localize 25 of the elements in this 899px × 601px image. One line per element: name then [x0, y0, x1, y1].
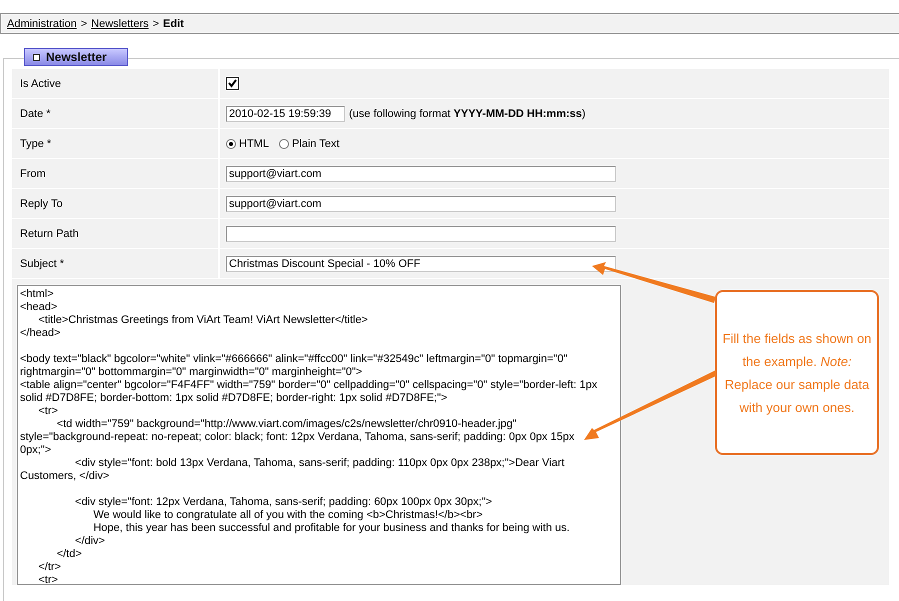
- field-label: Subject *: [12, 249, 218, 278]
- field-label: Reply To: [12, 189, 218, 218]
- field-label: Type *: [12, 129, 218, 158]
- field-label: Return Path: [12, 219, 218, 248]
- input-field[interactable]: support@viart.com: [226, 196, 616, 212]
- input-field[interactable]: Christmas Discount Special - 10% OFF: [226, 256, 616, 272]
- breadcrumb-separator: >: [80, 18, 88, 30]
- panel-title: Newsletter: [46, 50, 107, 64]
- breadcrumb-link[interactable]: Newsletters: [91, 18, 149, 30]
- field-label: Date *: [12, 99, 218, 128]
- input-field[interactable]: support@viart.com: [226, 166, 616, 182]
- field-label: Is Active: [12, 69, 218, 98]
- input-field[interactable]: [226, 226, 616, 242]
- field-label: From: [12, 159, 218, 188]
- breadcrumb-current: Edit: [163, 18, 184, 30]
- breadcrumb-link[interactable]: Administration: [7, 18, 77, 30]
- input-field[interactable]: 2010-02-15 19:59:39: [226, 106, 345, 122]
- callout-text: Fill the fields as shown on the example. Note: Replace our sample data with your own ones.: [722, 330, 872, 417]
- body-editor[interactable]: <html> <head> <title>Christmas Greetings from ViArt Team! ViArt Newsletter</title> </head> <body text="black" bgcolor="white" vlink="#666666" alink="#ffcc00" link="#32549c" leftmargin="0" topmargin="0" rightmargin="0" bottommargin="0" marginwidth="0" marginheight="0"> <table align="center" bgcolor="F4F4FF" width="759" border="0" cellpadding="0" cellspacing="0" style="border-left: 1px solid #D7D8FE; border-bottom: 1px solid #D7D8FE; border-right: 1px solid #D7D8FE;"> <tr> <td width="759" background="http://www.viart.com/images/c2s/newsletter/chr0910-header.jpg" style="background-repeat: no-repeat; color: black; font: 12px Verdana, Tahoma, sans-serif; padding: 0px 0px 15px 0px;"> <div style="font: bold 13px Verdana, Tahoma, sans-serif; padding: 110px 0px 0px 238px;">Dear Viart Customers, </div> <div style="font: 12px Verdana, Tahoma, sans-serif; padding: 60px 100px 0px 30px;"> We would like to congratulate all of you with the coming <b>Christmas!</b><br> Hope, this year has been successful and profitable for your business and thanks for being with us. </div> </td> </tr> <tr>: [17, 285, 621, 585]
- square-icon: [33, 54, 40, 60]
- radio-option[interactable]: Plain Text: [278, 138, 340, 150]
- breadcrumb-separator: >: [152, 18, 160, 30]
- format-hint: (use following format YYYY-MM-DD HH:mm:ss): [349, 108, 586, 120]
- radio-option[interactable]: HTML: [226, 138, 269, 150]
- checkbox[interactable]: [226, 77, 239, 90]
